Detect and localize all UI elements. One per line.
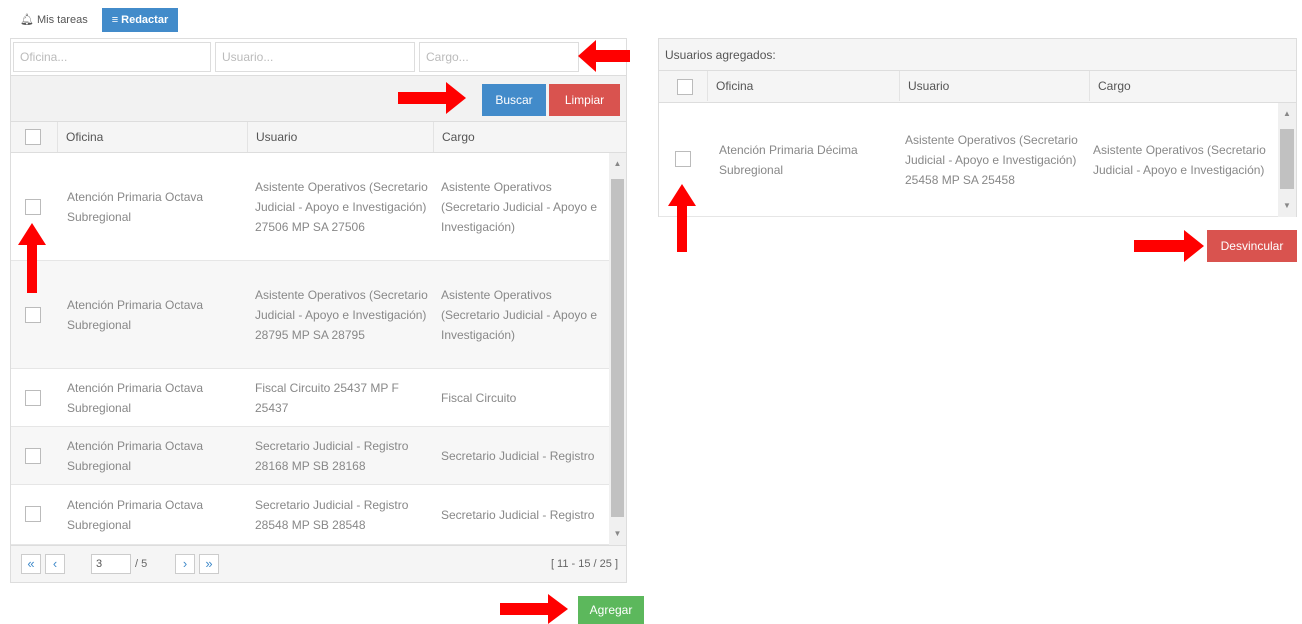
last-page-button[interactable]: »: [199, 554, 219, 574]
cell-oficina: Atención Primaria Décima Subregional: [719, 142, 858, 177]
cell-oficina: Atención Primaria Octava Subregional: [67, 189, 204, 224]
tab-label: Mis tareas: [36, 14, 88, 26]
table-body: Atención Primaria Octava Subregional Asi…: [11, 153, 626, 545]
arrow-left-icon: [578, 40, 630, 72]
agregar-button[interactable]: Agregar: [578, 596, 644, 624]
oficina-filter-input[interactable]: [13, 42, 211, 72]
cell-usuario: Asistente Operativos (Secretario Judicia…: [905, 132, 1078, 187]
limpiar-button[interactable]: Limpiar: [549, 84, 620, 116]
added-table-row[interactable]: Atención Primaria Décima Subregional Asi…: [659, 103, 1278, 217]
scroll-thumb[interactable]: [1280, 129, 1294, 189]
page-total: / 5: [135, 558, 148, 570]
button-row: Buscar Limpiar: [11, 75, 626, 121]
arrow-right-icon: [1134, 230, 1204, 262]
column-header-cargo[interactable]: Cargo: [433, 122, 609, 152]
row-checkbox[interactable]: [25, 199, 41, 215]
cell-oficina: Atención Primaria Octava Subregional: [67, 438, 204, 473]
prev-page-button[interactable]: ‹: [45, 554, 65, 574]
cell-oficina: Atención Primaria Octava Subregional: [67, 380, 204, 415]
cell-usuario: Secretario Judicial - Registro 28168 MP …: [255, 438, 409, 473]
column-header-usuario[interactable]: Usuario: [247, 122, 433, 152]
added-users-title: Usuarios agregados:: [659, 39, 1296, 71]
select-all-checkbox[interactable]: [25, 129, 41, 145]
table-row[interactable]: Atención Primaria Octava Subregional Sec…: [11, 427, 609, 485]
cell-cargo: Secretario Judicial - Registro: [441, 448, 595, 463]
added-table-header: Oficina Usuario Cargo: [659, 71, 1296, 103]
added-column-header-cargo[interactable]: Cargo: [1089, 71, 1277, 101]
cargo-filter-input[interactable]: [419, 42, 579, 72]
buscar-button[interactable]: Buscar: [482, 84, 546, 116]
cell-cargo: Asistente Operativos (Secretario Judicia…: [441, 287, 598, 342]
cell-usuario: Fiscal Circuito 25437 MP F 25437: [255, 380, 399, 415]
usuario-filter-input[interactable]: [215, 42, 415, 72]
desvincular-button[interactable]: Desvincular: [1207, 230, 1297, 262]
cell-cargo: Fiscal Circuito: [441, 390, 517, 405]
scroll-up-icon[interactable]: ▲: [1278, 107, 1296, 121]
table-row[interactable]: Atención Primaria Octava Subregional Asi…: [11, 153, 609, 261]
table-header: Oficina Usuario Cargo: [11, 121, 626, 153]
arrow-up-icon: [668, 184, 696, 252]
tab-mis-tareas[interactable]: 🔔︎ Mis tareas: [12, 8, 96, 32]
bell-icon: 🔔︎: [20, 14, 34, 26]
pagination: « ‹ 3 / 5 › » [ 11 - 15 / 25 ]: [11, 545, 626, 582]
row-checkbox[interactable]: [25, 448, 41, 464]
first-page-button[interactable]: «: [21, 554, 41, 574]
table-row[interactable]: Atención Primaria Octava Subregional Sec…: [11, 485, 609, 545]
table-row[interactable]: Atención Primaria Octava Subregional Fis…: [11, 369, 609, 427]
search-panel: Buscar Limpiar Oficina Usuario Cargo Ate…: [10, 38, 627, 583]
cell-cargo: Secretario Judicial - Registro: [441, 507, 595, 522]
tab-label: Redactar: [121, 14, 169, 26]
row-checkbox[interactable]: [25, 506, 41, 522]
added-table-body: Atención Primaria Décima Subregional Asi…: [659, 103, 1296, 217]
cell-oficina: Atención Primaria Octava Subregional: [67, 297, 204, 332]
select-all-added-checkbox[interactable]: [677, 79, 693, 95]
page-range: [ 11 - 15 / 25 ]: [550, 558, 618, 570]
tab-redactar[interactable]: ≡ Redactar: [101, 8, 179, 32]
scroll-down-icon[interactable]: ▼: [609, 527, 626, 541]
row-checkbox[interactable]: [25, 390, 41, 406]
added-column-header-usuario[interactable]: Usuario: [899, 71, 1089, 101]
column-header-oficina[interactable]: Oficina: [57, 122, 247, 152]
added-column-header-oficina[interactable]: Oficina: [707, 71, 899, 101]
menu-icon: ≡: [111, 14, 119, 26]
added-users-panel: Usuarios agregados: Oficina Usuario Carg…: [658, 38, 1297, 217]
cell-usuario: Asistente Operativos (Secretario Judicia…: [255, 287, 428, 342]
table-scrollbar[interactable]: ▲ ▼: [609, 153, 626, 545]
cell-usuario: Asistente Operativos (Secretario Judicia…: [255, 179, 428, 234]
row-checkbox[interactable]: [25, 307, 41, 323]
arrow-up-icon: [18, 223, 46, 293]
tab-bar: 🔔︎ Mis tareas ≡ Redactar: [12, 8, 179, 32]
cell-oficina: Atención Primaria Octava Subregional: [67, 497, 204, 532]
cell-cargo: Asistente Operativos (Secretario Judicia…: [441, 179, 598, 234]
table-row[interactable]: Atención Primaria Octava Subregional Asi…: [11, 261, 609, 369]
cell-cargo: Asistente Operativos (Secretario Judicia…: [1093, 142, 1266, 177]
next-page-button[interactable]: ›: [175, 554, 195, 574]
scroll-thumb[interactable]: [611, 179, 624, 517]
scroll-up-icon[interactable]: ▲: [609, 157, 626, 171]
page-number-input[interactable]: 3: [91, 554, 131, 574]
scroll-down-icon[interactable]: ▼: [1278, 199, 1296, 213]
arrow-right-icon: [500, 594, 568, 624]
arrow-right-icon: [398, 82, 466, 114]
cell-usuario: Secretario Judicial - Registro 28548 MP …: [255, 497, 409, 532]
added-table-scrollbar[interactable]: ▲ ▼: [1278, 103, 1296, 217]
filter-row: [11, 39, 626, 75]
added-row-checkbox[interactable]: [675, 151, 691, 167]
